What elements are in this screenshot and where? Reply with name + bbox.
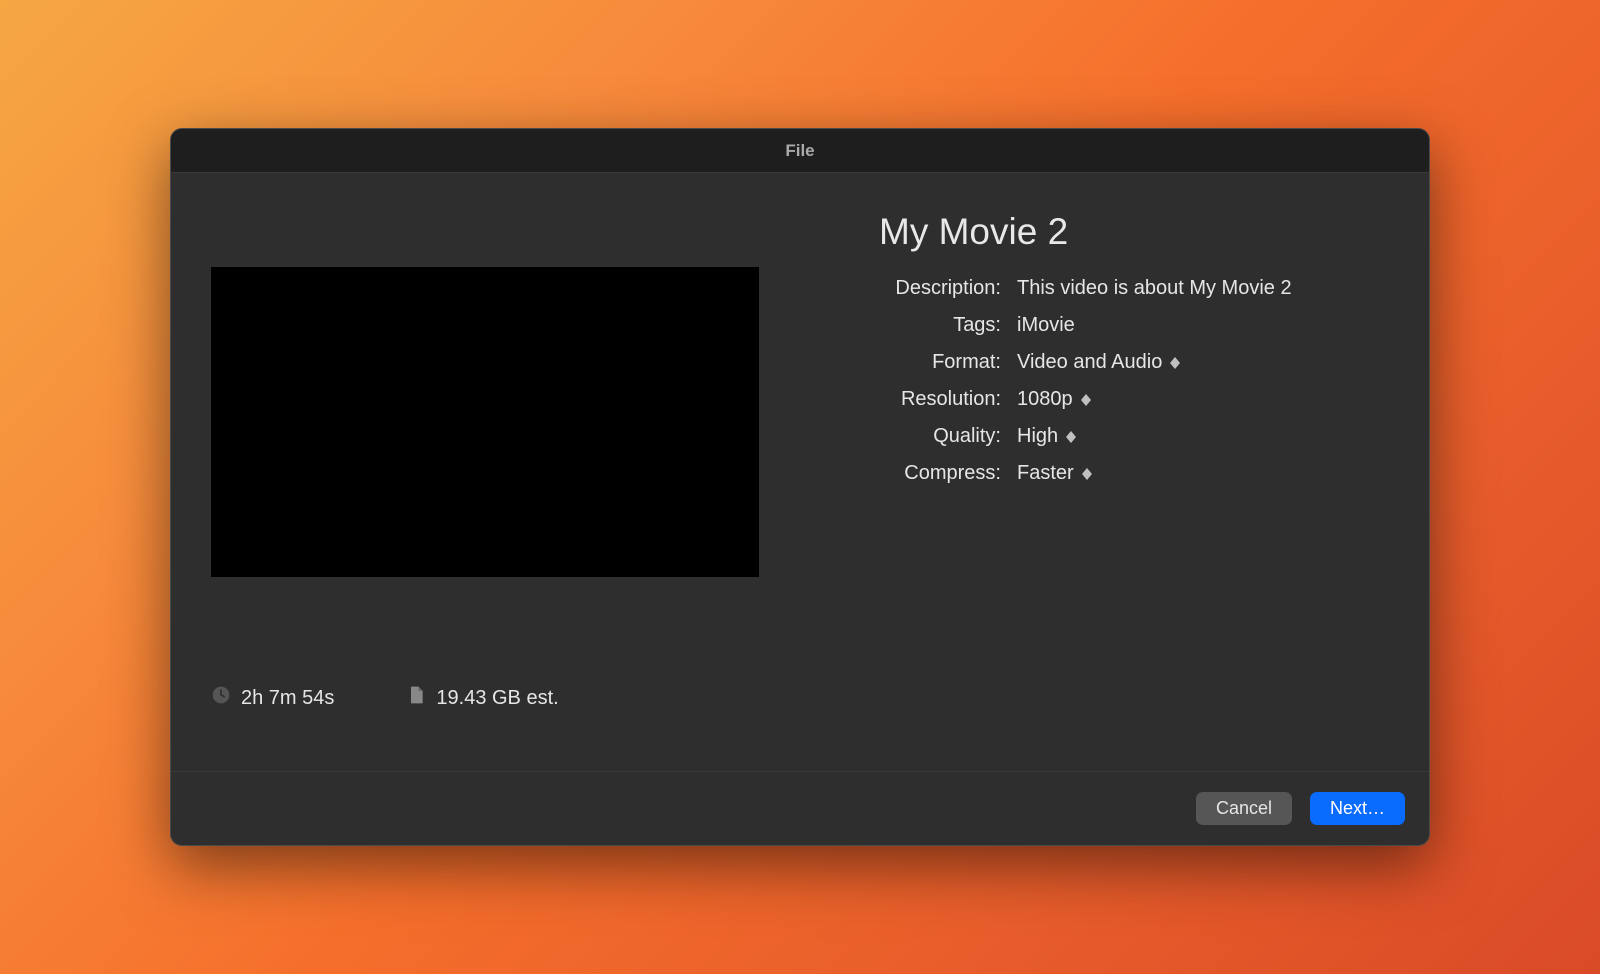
description-field[interactable]: This video is about My Movie 2 (1017, 277, 1292, 300)
tags-label: Tags: (821, 314, 1001, 337)
format-select[interactable]: Video and Audio (1017, 351, 1180, 374)
chevron-updown-icon (1170, 357, 1180, 369)
compress-select[interactable]: Faster (1017, 462, 1092, 485)
duration-stat: 2h 7m 54s (211, 685, 334, 711)
resolution-select[interactable]: 1080p (1017, 388, 1091, 411)
dialog-footer: Cancel Next… (171, 771, 1429, 845)
file-icon (406, 685, 426, 711)
export-stats: 2h 7m 54s 19.43 GB est. (211, 685, 771, 711)
export-form: Description: This video is about My Movi… (821, 277, 1389, 485)
format-value: Video and Audio (1017, 351, 1162, 374)
compress-value: Faster (1017, 462, 1074, 485)
resolution-value: 1080p (1017, 388, 1073, 411)
next-button[interactable]: Next… (1310, 792, 1405, 825)
tags-row: Tags: iMovie (821, 314, 1389, 337)
description-label: Description: (821, 277, 1001, 300)
window-title: File (785, 141, 814, 161)
right-panel: My Movie 2 Description: This video is ab… (771, 211, 1389, 751)
resolution-row: Resolution: 1080p (821, 388, 1389, 411)
duration-value: 2h 7m 54s (241, 687, 334, 710)
filesize-value: 19.43 GB est. (436, 687, 558, 710)
cancel-button[interactable]: Cancel (1196, 792, 1292, 825)
format-label: Format: (821, 351, 1001, 374)
description-row: Description: This video is about My Movi… (821, 277, 1389, 300)
export-dialog: File 2h 7m 54s 19.43 GB est. (170, 128, 1430, 846)
clock-icon (211, 685, 231, 711)
quality-label: Quality: (821, 425, 1001, 448)
dialog-content: 2h 7m 54s 19.43 GB est. My Movie 2 Descr… (171, 173, 1429, 771)
quality-value: High (1017, 425, 1058, 448)
quality-select[interactable]: High (1017, 425, 1076, 448)
chevron-updown-icon (1081, 394, 1091, 406)
video-preview-thumbnail (211, 267, 759, 577)
compress-row: Compress: Faster (821, 462, 1389, 485)
format-row: Format: Video and Audio (821, 351, 1389, 374)
chevron-updown-icon (1066, 431, 1076, 443)
movie-title: My Movie 2 (821, 211, 1389, 253)
resolution-label: Resolution: (821, 388, 1001, 411)
quality-row: Quality: High (821, 425, 1389, 448)
left-panel: 2h 7m 54s 19.43 GB est. (211, 211, 771, 751)
titlebar: File (171, 129, 1429, 173)
tags-field[interactable]: iMovie (1017, 314, 1075, 337)
filesize-stat: 19.43 GB est. (406, 685, 558, 711)
chevron-updown-icon (1082, 468, 1092, 480)
compress-label: Compress: (821, 462, 1001, 485)
